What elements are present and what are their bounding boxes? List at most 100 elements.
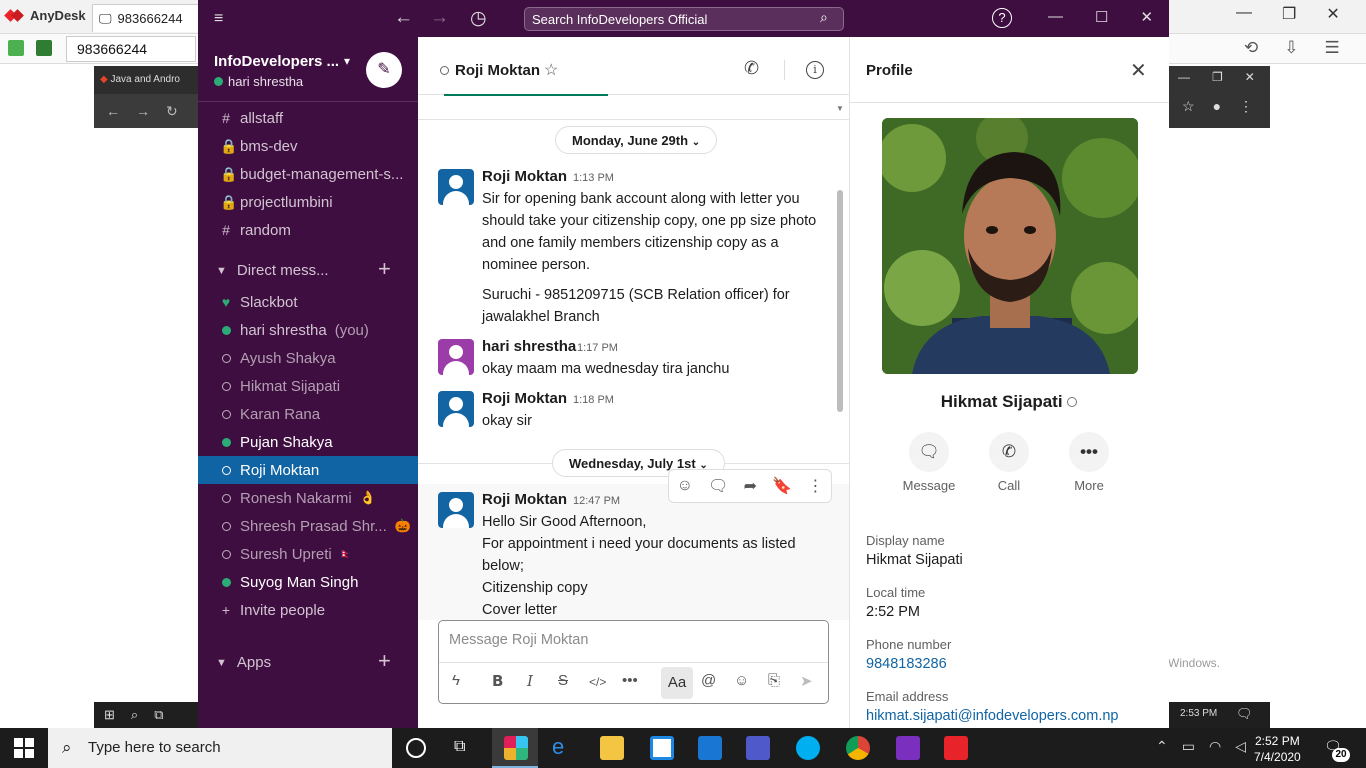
bookmark-star-icon[interactable]: ☆: [1182, 98, 1195, 115]
emoji-icon[interactable]: ☺: [734, 672, 749, 689]
add-dm-icon[interactable]: +: [378, 256, 391, 282]
menu-icon[interactable]: ☰: [1325, 38, 1340, 58]
star-icon[interactable]: ☆: [544, 60, 558, 80]
message-timestamp[interactable]: 1:13 PM: [573, 172, 614, 184]
slack-icon[interactable]: [504, 736, 528, 760]
teams-icon[interactable]: [746, 736, 770, 760]
close-icon[interactable]: ✕: [1140, 8, 1153, 26]
phpstorm-icon[interactable]: [896, 736, 920, 760]
phone-icon[interactable]: ✆: [744, 58, 759, 79]
skype-icon[interactable]: [796, 736, 820, 760]
message-author[interactable]: Roji Moktan: [482, 168, 567, 185]
sidebar-channel-bms-dev[interactable]: 🔒 bms-dev: [198, 132, 418, 160]
apps-section-header[interactable]: ▼ Apps: [216, 654, 271, 671]
message-timestamp[interactable]: 1:18 PM: [573, 394, 614, 406]
account-icon[interactable]: ●: [1213, 98, 1221, 115]
message-timestamp[interactable]: 12:47 PM: [573, 495, 620, 507]
forward-arrow-icon[interactable]: →: [430, 7, 449, 29]
message-author[interactable]: hari shrestha: [482, 338, 576, 355]
wifi-icon[interactable]: ◠: [1209, 738, 1221, 755]
search-icon[interactable]: ⌕: [820, 9, 828, 26]
search-input[interactable]: Search InfoDevelopers Official: [524, 7, 844, 31]
phone-number-link[interactable]: 9848183286: [866, 656, 947, 672]
minimize-icon[interactable]: —: [1178, 70, 1190, 84]
file-explorer-icon[interactable]: [600, 736, 624, 760]
email-link[interactable]: hikmat.sijapati@infodevelopers.com.np: [866, 708, 1118, 728]
compose-button[interactable]: ✎: [366, 52, 402, 88]
kebab-menu-icon[interactable]: ⋮: [1239, 98, 1253, 115]
chevron-down-icon[interactable]: ▾: [344, 54, 350, 68]
more-formatting-icon[interactable]: •••: [622, 672, 638, 689]
bookmark-icon[interactable]: 🔖: [772, 476, 792, 496]
date-pill[interactable]: Monday, June 29th ⌄: [555, 126, 718, 154]
send-icon[interactable]: ➤: [800, 672, 813, 690]
anydesk-icon[interactable]: [944, 736, 968, 760]
maximize-icon[interactable]: ❐: [1282, 4, 1296, 24]
maximize-icon[interactable]: ☐: [1095, 8, 1108, 26]
task-view-icon[interactable]: ⧉: [454, 738, 478, 762]
profile-photo[interactable]: [882, 118, 1138, 374]
message-input[interactable]: Message Roji Moktan: [449, 632, 588, 648]
reply-thread-icon[interactable]: 🗨: [708, 476, 728, 496]
minimize-icon[interactable]: —: [1236, 4, 1252, 24]
edge-icon[interactable]: e: [552, 734, 576, 759]
avatar[interactable]: [438, 169, 474, 205]
invite-people-button[interactable]: + Invite people: [198, 596, 418, 624]
task-view-icon[interactable]: ⧉: [154, 707, 163, 723]
message-author[interactable]: Roji Moktan: [482, 491, 567, 508]
anydesk-session-tab[interactable]: 🖵 983666244: [92, 4, 202, 32]
message-timestamp[interactable]: 1:17 PM: [577, 342, 618, 354]
minimize-icon[interactable]: —: [1048, 8, 1063, 26]
search-icon[interactable]: ⌕: [131, 707, 138, 723]
sidebar-channel-random[interactable]: # random: [198, 216, 418, 244]
close-icon[interactable]: ✕: [1245, 70, 1255, 84]
chrome-icon[interactable]: [846, 736, 870, 760]
bold-icon[interactable]: B: [492, 672, 503, 690]
share-icon[interactable]: ➦: [744, 476, 757, 496]
more-action-button[interactable]: •••: [1069, 432, 1109, 472]
scrollbar[interactable]: [837, 190, 843, 412]
sidebar-dm-ayush-shakya[interactable]: Ayush Shakya: [198, 344, 418, 372]
scroll-down-icon[interactable]: ▼: [836, 104, 844, 113]
formatting-toggle-icon[interactable]: Aa: [661, 667, 693, 699]
sidebar-channel-budget-management[interactable]: 🔒 budget-management-s...: [198, 160, 418, 188]
back-arrow-icon[interactable]: ←: [394, 7, 413, 29]
remote-id-field[interactable]: 983666244: [66, 36, 196, 62]
store-icon[interactable]: [650, 736, 674, 760]
remote-status-icon[interactable]: [8, 40, 24, 56]
strikethrough-icon[interactable]: S: [558, 672, 568, 689]
close-icon[interactable]: ✕: [1326, 4, 1339, 24]
cortana-icon[interactable]: [406, 738, 426, 758]
taskbar-search-input[interactable]: Type here to search: [48, 728, 392, 768]
info-icon[interactable]: i: [806, 61, 824, 79]
message-author[interactable]: Roji Moktan: [482, 390, 567, 407]
history-icon[interactable]: ⟲: [1244, 38, 1258, 58]
sidebar-dm-pujan-shakya[interactable]: Pujan Shakya: [198, 428, 418, 456]
attach-icon[interactable]: ⎘: [768, 672, 780, 689]
help-icon[interactable]: ?: [992, 8, 1012, 28]
reload-icon[interactable]: ↻: [166, 103, 178, 120]
workspace-name[interactable]: InfoDevelopers ...: [214, 53, 339, 70]
windows-start-icon[interactable]: ⊞: [104, 707, 115, 723]
windows-start-button[interactable]: [14, 738, 34, 763]
notification-icon[interactable]: 🗨: [1236, 706, 1253, 722]
taskbar-clock[interactable]: 2:52 PM 7/4/2020: [1254, 733, 1301, 765]
sidebar-channel-allstaff[interactable]: # allstaff: [198, 104, 418, 132]
more-actions-icon[interactable]: ⋮: [807, 476, 823, 496]
browser-tab[interactable]: ◆ Java and Andro: [94, 66, 200, 94]
message-action-button[interactable]: 🗨: [909, 432, 949, 472]
add-reaction-icon[interactable]: ☺: [677, 477, 693, 495]
avatar[interactable]: [438, 391, 474, 427]
download-icon[interactable]: ⇩: [1284, 38, 1298, 58]
code-icon[interactable]: </>: [589, 675, 606, 689]
sidebar-dm-karan-rana[interactable]: Karan Rana: [198, 400, 418, 428]
sidebar-channel-projectlumbini[interactable]: 🔒 projectlumbini: [198, 188, 418, 216]
italic-icon[interactable]: I: [527, 672, 533, 690]
mention-icon[interactable]: @: [701, 672, 716, 689]
hamburger-menu-icon[interactable]: ≡: [214, 10, 223, 28]
sidebar-dm-ronesh-nakarmi[interactable]: Ronesh Nakarmi 👌: [198, 484, 418, 512]
history-clock-icon[interactable]: ◷: [470, 7, 487, 30]
close-icon[interactable]: ✕: [1130, 58, 1147, 83]
maximize-icon[interactable]: ❐: [1212, 70, 1223, 84]
add-app-icon[interactable]: +: [378, 648, 391, 674]
